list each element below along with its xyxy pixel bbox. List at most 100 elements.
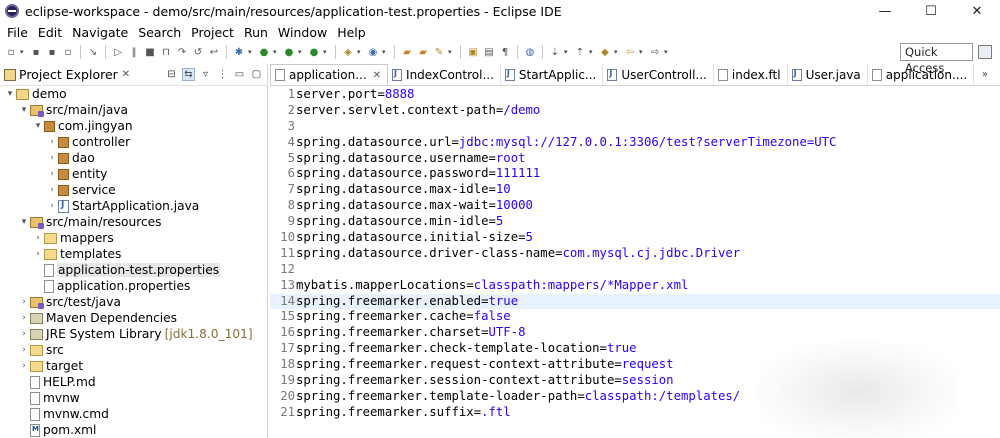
run-icon[interactable]: ● xyxy=(257,45,271,59)
back-dropdown-icon[interactable]: ▾ xyxy=(639,48,646,56)
step-return-icon[interactable]: ↩ xyxy=(207,45,221,59)
new-project-dropdown-icon[interactable]: ▾ xyxy=(357,48,364,56)
globe-icon[interactable]: ◍ xyxy=(523,45,537,59)
tree-item[interactable]: ▾ src/main/resources xyxy=(0,214,267,230)
code-line[interactable]: 3 xyxy=(270,119,1000,135)
code-line[interactable]: 16 spring.freemarker.charset = UTF-8 xyxy=(270,325,1000,341)
link-with-editor-icon[interactable]: ⇆ xyxy=(182,68,195,81)
close-button[interactable]: ✕ xyxy=(954,0,1000,22)
menu-search[interactable]: Search xyxy=(133,25,186,40)
menu-file[interactable]: File xyxy=(2,25,33,40)
open-type-icon[interactable]: ▰ xyxy=(400,45,414,59)
project-explorer-close-icon[interactable]: ✕ xyxy=(122,69,130,80)
code-line[interactable]: 11 spring.datasource.driver-class-name = co… xyxy=(270,246,1000,262)
code-line[interactable]: 10 spring.datasource.initial-size = 5 xyxy=(270,230,1000,246)
maximize-view-icon[interactable]: ▢ xyxy=(250,68,263,81)
new-class-dropdown-icon[interactable]: ▾ xyxy=(382,48,389,56)
tree-item[interactable]: › target xyxy=(0,358,267,374)
step-over-icon[interactable]: ↺ xyxy=(191,45,205,59)
tree-item[interactable]: mvnw.cmd xyxy=(0,406,267,422)
code-line[interactable]: 2 server.servlet.context-path =/demo xyxy=(270,103,1000,119)
tree-item[interactable]: › JRE System Library [jdk1.8.0_101] xyxy=(0,326,267,342)
code-line[interactable]: 7 spring.datasource.max-idle = 10 xyxy=(270,182,1000,198)
code-line[interactable]: 1 server.port = 8888 xyxy=(270,87,1000,103)
tree-item[interactable]: › entity xyxy=(0,166,267,182)
terminate-icon[interactable]: ■ xyxy=(143,45,157,59)
suspend-icon[interactable]: ‖ xyxy=(127,45,141,59)
tree-item[interactable]: › mappers xyxy=(0,230,267,246)
new-java-project-icon[interactable]: ◈ xyxy=(341,45,355,59)
code-line[interactable]: 6 spring.datasource.password = 111111 xyxy=(270,166,1000,182)
back-icon[interactable]: ⇦ xyxy=(623,45,637,59)
last-edit-location-icon[interactable]: ◆ xyxy=(598,45,612,59)
save-all-icon[interactable]: ▪ xyxy=(45,45,59,59)
menu-run[interactable]: Run xyxy=(239,25,273,40)
tree-item[interactable]: › templates xyxy=(0,246,267,262)
debug-run-dropdown-icon[interactable]: ▾ xyxy=(298,48,305,56)
forward-dropdown-icon[interactable]: ▾ xyxy=(664,48,671,56)
last-edit-dropdown-icon[interactable]: ▾ xyxy=(614,48,621,56)
tree-item[interactable]: › dao xyxy=(0,150,267,166)
previous-annotation-icon[interactable]: ⇡ xyxy=(573,45,587,59)
menu-window[interactable]: Window xyxy=(273,25,332,40)
code-line[interactable]: 15 spring.freemarker.cache = false xyxy=(270,309,1000,325)
debug-icon[interactable]: ● xyxy=(282,45,296,59)
collapse-all-icon[interactable]: ⊟ xyxy=(165,68,178,81)
resume-icon[interactable]: ▷ xyxy=(111,45,125,59)
external-tools-icon[interactable]: ● xyxy=(307,45,321,59)
new-dropdown-icon[interactable]: ▾ xyxy=(20,48,27,56)
expand-toggle-icon[interactable]: › xyxy=(18,329,30,339)
tree-item[interactable]: › service xyxy=(0,182,267,198)
expand-toggle-icon[interactable]: › xyxy=(46,153,58,163)
open-task-icon[interactable]: ▰ xyxy=(416,45,430,59)
new-icon[interactable]: ▫ xyxy=(4,45,18,59)
expand-toggle-icon[interactable]: › xyxy=(46,185,58,195)
editor-tab[interactable]: UserControll... xyxy=(603,64,714,85)
tree-item[interactable]: pom.xml xyxy=(0,422,267,438)
disconnect-icon[interactable]: ⊓ xyxy=(159,45,173,59)
next-annotation-icon[interactable]: ⇣ xyxy=(548,45,562,59)
minimize-button[interactable]: — xyxy=(862,0,908,22)
next-annotation-dropdown-icon[interactable]: ▾ xyxy=(564,48,571,56)
toggle-mark-occurrences-icon[interactable]: ▣ xyxy=(466,45,480,59)
code-line[interactable]: 4 spring.datasource.url = jdbc:mysql://127.… xyxy=(270,135,1000,151)
debug-dropdown-icon[interactable]: ▾ xyxy=(248,48,255,56)
expand-toggle-icon[interactable]: ▾ xyxy=(32,121,44,131)
editor-tab[interactable]: User.java xyxy=(788,64,868,85)
expand-toggle-icon[interactable]: › xyxy=(18,345,30,355)
expand-toggle-icon[interactable]: › xyxy=(46,201,58,211)
expand-toggle-icon[interactable]: › xyxy=(46,169,58,179)
expand-toggle-icon[interactable]: ▾ xyxy=(18,105,30,115)
editor-tab[interactable]: application.... xyxy=(868,64,975,85)
tree-item[interactable]: application-test.properties xyxy=(0,262,267,278)
code-line[interactable]: 9 spring.datasource.min-idle = 5 xyxy=(270,214,1000,230)
menu-edit[interactable]: Edit xyxy=(33,25,67,40)
code-line[interactable]: 5 spring.datasource.username = root xyxy=(270,151,1000,167)
maximize-button[interactable]: ☐ xyxy=(908,0,954,22)
editor-tab[interactable]: IndexControl... xyxy=(388,64,501,85)
external-tools-dropdown-icon[interactable]: ▾ xyxy=(323,48,330,56)
forward-icon[interactable]: ⇨ xyxy=(648,45,662,59)
expand-toggle-icon[interactable]: › xyxy=(32,249,44,259)
previous-annotation-dropdown-icon[interactable]: ▾ xyxy=(589,48,596,56)
tree-item[interactable]: › controller xyxy=(0,134,267,150)
tree-item[interactable]: › StartApplication.java xyxy=(0,198,267,214)
tree-item[interactable]: mvnw xyxy=(0,390,267,406)
menu-help[interactable]: Help xyxy=(332,25,371,40)
filter-icon[interactable]: ▿ xyxy=(199,68,212,81)
tree-item[interactable]: ▾ com.jingyan xyxy=(0,118,267,134)
tree-item[interactable]: › src/test/java xyxy=(0,294,267,310)
new-class-icon[interactable]: ◉ xyxy=(366,45,380,59)
tree-item[interactable]: application.properties xyxy=(0,278,267,294)
expand-toggle-icon[interactable]: › xyxy=(18,313,30,323)
expand-toggle-icon[interactable]: › xyxy=(46,137,58,147)
expand-toggle-icon[interactable]: › xyxy=(32,233,44,243)
perspective-icon[interactable] xyxy=(978,45,992,59)
save-icon[interactable]: ▪ xyxy=(29,45,43,59)
search-dropdown-icon[interactable]: ▾ xyxy=(448,48,455,56)
skip-breakpoints-icon[interactable]: ↘ xyxy=(86,45,100,59)
expand-toggle-icon[interactable]: ▾ xyxy=(4,89,16,99)
tab-close-icon[interactable]: ✕ xyxy=(373,70,381,81)
debug-config-icon[interactable]: ✱ xyxy=(232,45,246,59)
editor-tab[interactable]: StartApplic... xyxy=(501,64,604,85)
